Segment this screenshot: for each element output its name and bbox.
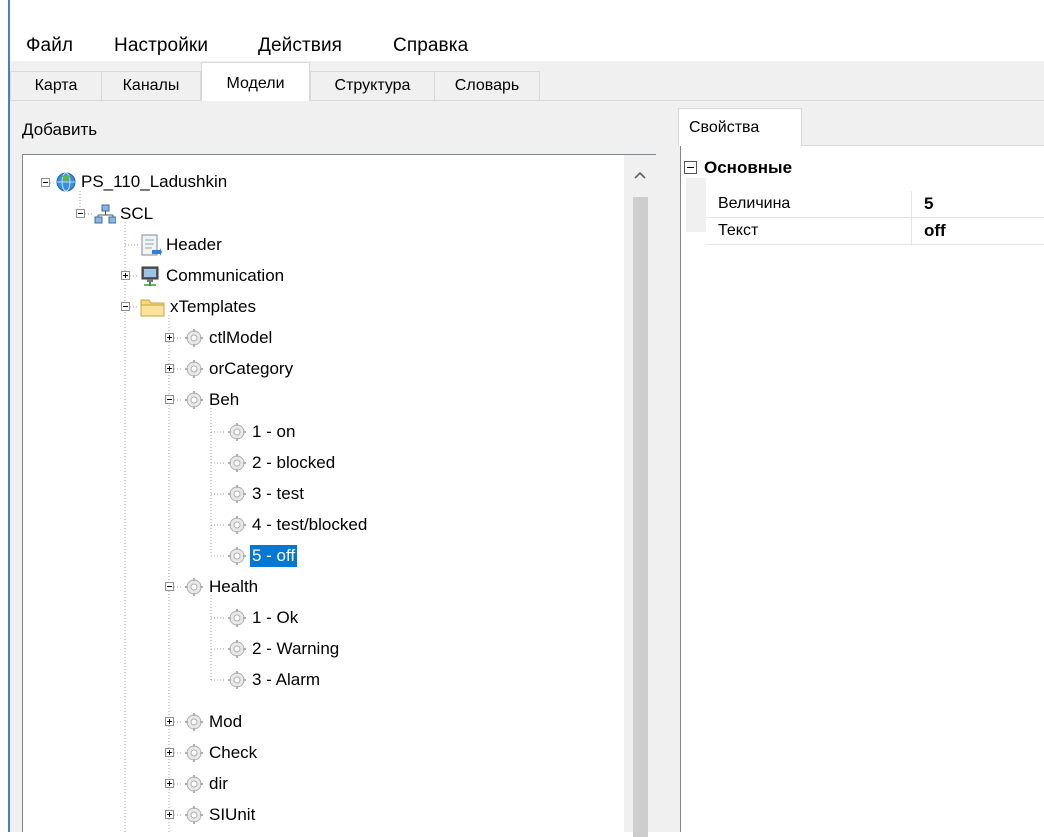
expander-dir[interactable]	[165, 779, 174, 788]
tab-models[interactable]: Модели	[201, 62, 310, 101]
expander-orcategory[interactable]	[165, 364, 174, 373]
property-value[interactable]: off	[924, 221, 946, 241]
tree-node-health-1[interactable]: 1 - Ok	[250, 607, 300, 629]
tree-node-mod[interactable]: Mod	[207, 711, 244, 733]
tree-node-siunit[interactable]: SIUnit	[207, 804, 257, 826]
tree-node-scl[interactable]: SCL	[118, 203, 155, 225]
gear-icon	[185, 806, 203, 824]
expander-xtemplates[interactable]	[121, 302, 130, 311]
expander-mod[interactable]	[165, 717, 174, 726]
tree-node-beh-1[interactable]: 1 - on	[250, 421, 297, 443]
expander-scl[interactable]	[76, 209, 85, 218]
pane-splitter[interactable]	[666, 101, 678, 832]
gear-icon	[228, 640, 246, 658]
property-grid	[680, 145, 1044, 832]
gear-icon	[185, 360, 203, 378]
tab-structure[interactable]: Структура	[310, 71, 435, 100]
expander-siunit[interactable]	[165, 810, 174, 819]
tab-map[interactable]: Карта	[10, 71, 102, 100]
tree-node-beh[interactable]: Beh	[207, 389, 241, 411]
scroll-thumb[interactable]	[633, 197, 648, 837]
expander-ctlmodel[interactable]	[165, 333, 174, 342]
property-name: Величина	[718, 195, 791, 212]
tree-node-health[interactable]: Health	[207, 576, 260, 598]
gear-icon	[228, 485, 246, 503]
tree-node-ps110[interactable]: PS_110_Ladushkin	[79, 171, 229, 193]
gear-icon	[185, 744, 203, 762]
expander-health[interactable]	[165, 582, 174, 591]
gear-icon	[228, 454, 246, 472]
tree-scrollbar[interactable]	[624, 155, 656, 837]
tree-node-beh-4[interactable]: 4 - test/blocked	[250, 514, 369, 536]
menu-file[interactable]: Файл	[26, 35, 73, 57]
tree-node-ctlmodel[interactable]: ctlModel	[207, 327, 274, 349]
category-collapse-button[interactable]	[684, 161, 697, 174]
tree-node-dir[interactable]: dir	[207, 773, 230, 795]
globe-icon	[56, 172, 76, 192]
gear-icon	[228, 547, 246, 565]
property-grid-margin	[686, 178, 706, 232]
gear-icon	[228, 671, 246, 689]
gear-icon	[185, 329, 203, 347]
tree-node-health-2[interactable]: 2 - Warning	[250, 638, 341, 660]
gear-icon	[228, 609, 246, 627]
menu-settings[interactable]: Настройки	[114, 35, 208, 57]
tree-node-beh-3[interactable]: 3 - test	[250, 483, 306, 505]
tree-connector-lines	[50, 182, 226, 832]
menu-help[interactable]: Справка	[393, 35, 468, 57]
property-divider	[911, 191, 912, 218]
expander-root[interactable]	[41, 178, 50, 187]
expander-beh[interactable]	[165, 395, 174, 404]
tree-node-beh-2[interactable]: 2 - blocked	[250, 452, 337, 474]
gear-icon	[185, 578, 203, 596]
add-button[interactable]: Добавить	[22, 120, 97, 140]
tab-dictionary[interactable]: Словарь	[434, 71, 540, 100]
property-row-text[interactable]: Текст off	[706, 218, 1044, 245]
gear-icon	[228, 516, 246, 534]
tree-node-header[interactable]: Header	[164, 234, 224, 256]
gear-icon	[185, 775, 203, 793]
tree-node-health-3[interactable]: 3 - Alarm	[250, 669, 322, 691]
document-icon	[141, 234, 162, 256]
network-icon	[94, 204, 116, 224]
expander-communication[interactable]	[121, 271, 130, 280]
scroll-up-arrow-icon[interactable]	[634, 171, 646, 179]
expander-check[interactable]	[165, 748, 174, 757]
gear-icon	[228, 423, 246, 441]
property-name: Текст	[718, 222, 759, 239]
tab-channels[interactable]: Каналы	[101, 71, 201, 100]
folder-icon	[140, 299, 165, 317]
menu-bar: Файл Настройки Действия Справка	[10, 30, 1044, 60]
computer-icon	[141, 266, 159, 286]
gear-icon	[185, 391, 203, 409]
menu-actions[interactable]: Действия	[258, 35, 342, 57]
main-tab-strip: Карта Каналы Модели Структура Словарь	[10, 61, 1044, 101]
tree-node-communication[interactable]: Communication	[164, 265, 286, 287]
property-divider	[911, 218, 912, 245]
tree-node-check[interactable]: Check	[207, 742, 259, 764]
tree-node-xtemplates[interactable]: xTemplates	[168, 296, 258, 318]
gear-icon	[185, 713, 203, 731]
property-row-value[interactable]: Величина 5	[706, 191, 1044, 218]
tab-properties[interactable]: Свойства	[678, 108, 802, 146]
model-tree[interactable]: PS_110_Ladushkin SCL Header Communicatio…	[22, 154, 656, 832]
property-value[interactable]: 5	[924, 194, 934, 214]
property-category-main: Основные	[704, 158, 793, 177]
tree-node-orcategory[interactable]: orCategory	[207, 358, 295, 380]
tree-node-beh-5-selected[interactable]: 5 - off	[250, 545, 298, 567]
